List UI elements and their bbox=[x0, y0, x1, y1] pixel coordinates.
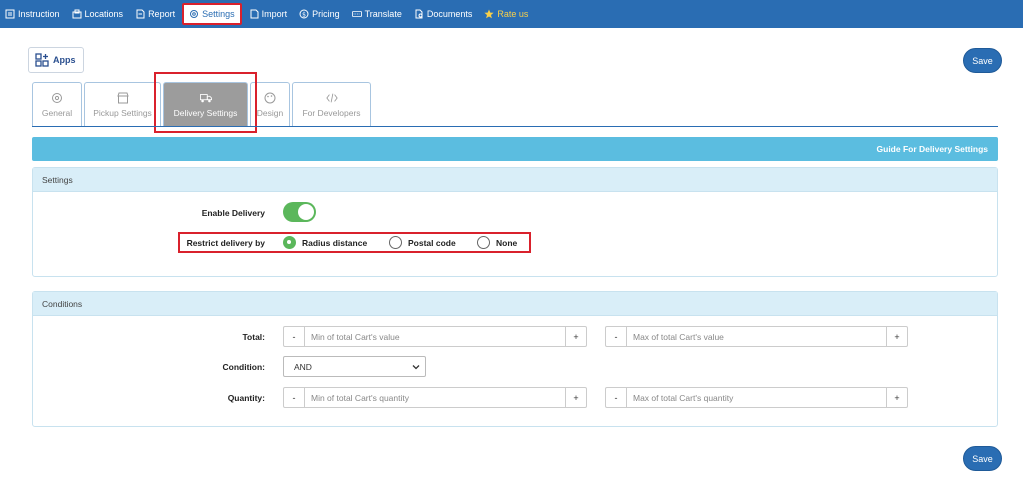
apps-button[interactable]: Apps bbox=[28, 47, 84, 73]
tab-for-developers[interactable]: For Developers bbox=[292, 82, 371, 126]
increment-button[interactable]: + bbox=[565, 388, 586, 407]
increment-button[interactable]: + bbox=[565, 327, 586, 346]
settings-panel: Settings bbox=[32, 167, 998, 277]
decrement-button[interactable]: - bbox=[606, 388, 627, 407]
tab-general[interactable]: General bbox=[32, 82, 82, 126]
nav-item-translate[interactable]: Translate bbox=[347, 3, 407, 25]
settings-tabs: General Pickup Settings Delivery Setting… bbox=[32, 82, 373, 126]
gear-icon bbox=[190, 10, 199, 18]
radio-label: Postal code bbox=[408, 237, 456, 248]
tab-pickup-settings[interactable]: Pickup Settings bbox=[84, 82, 161, 126]
tab-label: For Developers bbox=[302, 107, 361, 118]
increment-button[interactable]: + bbox=[886, 327, 907, 346]
condition-select[interactable]: AND bbox=[283, 356, 426, 377]
total-label: Total: bbox=[242, 332, 265, 342]
radio-postal-code[interactable]: Postal code bbox=[389, 236, 456, 249]
decrement-button[interactable]: - bbox=[284, 327, 305, 346]
total-min-stepper[interactable]: - + bbox=[283, 326, 587, 347]
quantity-label: Quantity: bbox=[227, 393, 265, 403]
instruction-icon bbox=[5, 9, 15, 19]
tab-design[interactable]: Design bbox=[250, 82, 290, 126]
nav-item-label: Settings bbox=[202, 9, 235, 19]
quantity-min-stepper[interactable]: - + bbox=[283, 387, 587, 408]
tab-label: Design bbox=[256, 107, 284, 118]
condition-label: Condition: bbox=[222, 362, 265, 372]
restrict-delivery-label: Restrict delivery by bbox=[186, 238, 265, 248]
nav-item-documents[interactable]: Documents bbox=[409, 3, 478, 25]
nav-item-locations[interactable]: Locations bbox=[67, 3, 129, 25]
quantity-max-input[interactable] bbox=[627, 388, 886, 407]
svg-text:$: $ bbox=[302, 12, 306, 19]
radio-button[interactable] bbox=[477, 236, 490, 249]
toggle-knob bbox=[298, 204, 314, 220]
radio-button[interactable] bbox=[389, 236, 402, 249]
tab-label: General bbox=[41, 107, 73, 118]
nav-item-pricing[interactable]: $ Pricing bbox=[294, 3, 345, 25]
nav-item-instruction[interactable]: Instruction bbox=[0, 3, 65, 25]
tab-label: Pickup Settings bbox=[93, 107, 152, 118]
decrement-button[interactable]: - bbox=[284, 388, 305, 407]
nav-item-label: Instruction bbox=[18, 9, 60, 19]
radio-label: None bbox=[496, 237, 518, 248]
nav-item-report[interactable]: Report bbox=[130, 3, 180, 25]
radio-none[interactable]: None bbox=[477, 236, 517, 249]
enable-delivery-toggle[interactable] bbox=[283, 202, 316, 222]
apps-label: Apps bbox=[53, 55, 76, 65]
import-icon bbox=[250, 9, 259, 19]
decrement-button[interactable]: - bbox=[606, 327, 627, 346]
radio-label: Radius distance bbox=[302, 237, 368, 248]
quantity-max-stepper[interactable]: - + bbox=[605, 387, 908, 408]
code-icon bbox=[325, 93, 338, 102]
save-button-bottom[interactable]: Save bbox=[963, 446, 1002, 471]
quantity-min-input[interactable] bbox=[305, 388, 565, 407]
star-icon bbox=[484, 9, 494, 19]
nav-item-label: Locations bbox=[84, 9, 124, 19]
tabs-divider bbox=[32, 126, 998, 127]
store-icon bbox=[116, 92, 129, 103]
radio-radius-distance[interactable]: Radius distance bbox=[283, 236, 367, 249]
locations-icon bbox=[72, 9, 82, 19]
nav-item-label: Rate us bbox=[497, 9, 529, 19]
pricing-icon: $ bbox=[299, 9, 309, 19]
radio-button[interactable] bbox=[283, 236, 296, 249]
tab-delivery-settings[interactable]: Delivery Settings bbox=[163, 82, 248, 126]
conditions-panel-header: Conditions bbox=[33, 292, 997, 316]
nav-item-label: Import bbox=[261, 9, 288, 19]
increment-button[interactable]: + bbox=[886, 388, 907, 407]
palette-icon bbox=[264, 92, 276, 103]
nav-item-label: Documents bbox=[426, 9, 473, 19]
gear-icon bbox=[52, 92, 62, 103]
nav-item-label: Translate bbox=[364, 9, 402, 19]
top-nav: Instruction Locations Report Settings Im… bbox=[0, 0, 1023, 28]
report-icon bbox=[136, 9, 145, 19]
condition-value: AND bbox=[294, 361, 312, 372]
chevron-down-icon bbox=[412, 364, 420, 369]
save-button-top[interactable]: Save bbox=[963, 48, 1002, 73]
nav-item-rate-us[interactable]: Rate us bbox=[479, 3, 533, 25]
total-min-input[interactable] bbox=[305, 327, 565, 346]
nav-item-label: Report bbox=[148, 9, 176, 19]
tab-label: Delivery Settings bbox=[173, 107, 238, 118]
truck-icon bbox=[199, 93, 212, 102]
enable-delivery-label: Enable Delivery bbox=[201, 208, 265, 218]
nav-item-label: Pricing bbox=[312, 9, 340, 19]
guide-label[interactable]: Guide For Delivery Settings bbox=[877, 144, 988, 154]
total-max-input[interactable] bbox=[627, 327, 886, 346]
documents-icon bbox=[415, 9, 423, 19]
guide-bar[interactable]: Guide For Delivery Settings bbox=[32, 137, 998, 161]
settings-panel-header: Settings bbox=[33, 168, 997, 192]
apps-icon bbox=[35, 53, 49, 67]
total-max-stepper[interactable]: - + bbox=[605, 326, 908, 347]
translate-icon bbox=[351, 11, 362, 17]
nav-item-settings[interactable]: Settings bbox=[182, 3, 242, 25]
nav-item-import[interactable]: Import bbox=[244, 3, 293, 25]
